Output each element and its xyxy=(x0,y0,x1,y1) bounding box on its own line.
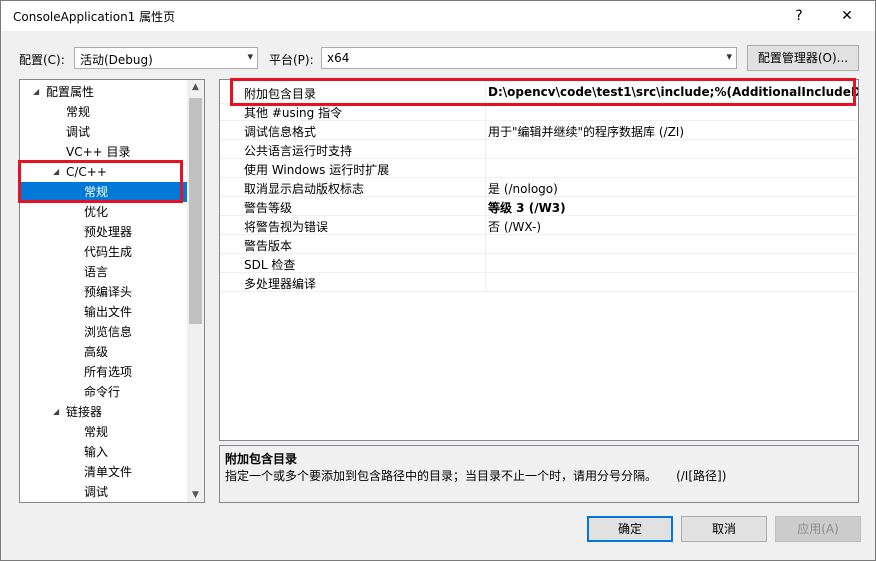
tree-item[interactable]: 代码生成 xyxy=(20,242,187,262)
tree-item[interactable]: 调试 xyxy=(20,482,187,502)
tree-item-label: 高级 xyxy=(84,345,109,359)
title-bar: ConsoleApplication1 属性页 ? ✕ xyxy=(1,1,875,31)
property-value[interactable]: 等级 3 (/W3) xyxy=(488,199,566,216)
property-name: 多处理器编译 xyxy=(244,277,317,291)
tree-item[interactable]: VC++ 目录 xyxy=(20,142,187,162)
property-name: 取消显示启动版权标志 xyxy=(244,182,365,196)
ok-button[interactable]: 确定 xyxy=(587,516,673,542)
help-button[interactable]: ? xyxy=(785,4,813,28)
column-divider xyxy=(485,121,486,140)
property-row[interactable]: 公共语言运行时支持 xyxy=(220,140,858,159)
tree-item[interactable]: 命令行 xyxy=(20,382,187,402)
property-grid: 附加包含目录 D:\opencv\code\test1\src\include;%… xyxy=(219,79,859,441)
scrollbar-thumb[interactable] xyxy=(189,98,202,324)
config-manager-button[interactable]: 配置管理器(O)... xyxy=(747,45,859,71)
property-row[interactable]: 调试信息格式 用于"编辑并继续"的程序数据库 (/ZI) xyxy=(220,121,858,140)
tree-item[interactable]: ◢ 链接器 xyxy=(20,402,187,422)
column-divider xyxy=(485,273,486,292)
tree-item-label: 输出文件 xyxy=(84,305,133,319)
property-name: 使用 Windows 运行时扩展 xyxy=(244,163,390,177)
close-button[interactable]: ✕ xyxy=(833,4,861,28)
property-value[interactable]: 是 (/nologo) xyxy=(488,180,558,197)
property-row[interactable]: 警告等级 等级 3 (/W3) xyxy=(220,197,858,216)
description-text: 指定一个或多个要添加到包含路径中的目录；当目录不止一个时，请用分号分隔。 (/I… xyxy=(225,469,727,483)
tree-item-label: 预处理器 xyxy=(84,225,133,239)
property-row[interactable]: 警告版本 xyxy=(220,235,858,254)
chevron-down-icon: ▾ xyxy=(247,50,253,63)
property-name: 调试信息格式 xyxy=(244,125,317,139)
property-name: 警告版本 xyxy=(244,239,293,253)
window-title: ConsoleApplication1 属性页 xyxy=(13,10,176,24)
property-row[interactable]: 将警告视为错误 否 (/WX-) xyxy=(220,216,858,235)
tree-item-label: 所有选项 xyxy=(84,365,133,379)
column-divider xyxy=(485,140,486,159)
property-row[interactable]: 多处理器编译 xyxy=(220,273,858,292)
highlight-box xyxy=(18,160,183,203)
tree-item[interactable]: 预编译头 xyxy=(20,282,187,302)
config-select[interactable]: 活动(Debug) ▾ xyxy=(74,47,258,69)
tree-item[interactable]: 预处理器 xyxy=(20,222,187,242)
description-title: 附加包含目录 xyxy=(225,452,298,466)
property-name: 其他 #using 指令 xyxy=(244,106,343,120)
highlight-box xyxy=(230,78,856,106)
tree-item-label: 语言 xyxy=(84,265,109,279)
property-tree[interactable]: ◢ 配置属性 常规 调试 VC++ 目录 ◢ C/C++ 常规 优化 预处理器 代码生成 语言 预编译头… xyxy=(19,79,205,503)
tree-item[interactable]: ◢ 配置属性 xyxy=(20,82,187,102)
cancel-button[interactable]: 取消 xyxy=(681,516,767,542)
property-name: SDL 检查 xyxy=(244,258,296,272)
tree-item-label: 优化 xyxy=(84,205,109,219)
scroll-down-icon[interactable]: ▼ xyxy=(187,490,204,500)
platform-value: x64 xyxy=(327,51,350,65)
tree-item[interactable]: 输出文件 xyxy=(20,302,187,322)
tree-item[interactable]: 常规 xyxy=(20,102,187,122)
column-divider xyxy=(485,159,486,178)
tree-scrollbar[interactable]: ▲ ▼ xyxy=(187,80,204,502)
property-row[interactable]: SDL 检查 xyxy=(220,254,858,273)
tree-item-label: 命令行 xyxy=(84,385,121,399)
column-divider xyxy=(485,178,486,197)
tree-item[interactable]: 所有选项 xyxy=(20,362,187,382)
tree-item[interactable]: 高级 xyxy=(20,342,187,362)
tree-item-label: VC++ 目录 xyxy=(66,145,131,159)
config-label: 配置(C): xyxy=(19,53,65,67)
tree-item-label: 配置属性 xyxy=(46,85,95,99)
tree-item[interactable]: 浏览信息 xyxy=(20,322,187,342)
chevron-down-icon: ▾ xyxy=(726,50,732,63)
tree-item-label: 预编译头 xyxy=(84,285,133,299)
tree-item-label: 调试 xyxy=(84,485,109,499)
column-divider xyxy=(485,235,486,254)
tree-item[interactable]: 清单文件 xyxy=(20,462,187,482)
apply-button[interactable]: 应用(A) xyxy=(775,516,861,542)
tree-item-label: 代码生成 xyxy=(84,245,133,259)
tree-item-label: 链接器 xyxy=(66,405,103,419)
tree-item[interactable]: 优化 xyxy=(20,202,187,222)
column-divider xyxy=(485,197,486,216)
platform-label: 平台(P): xyxy=(269,53,314,67)
tree-item-label: 输入 xyxy=(84,445,109,459)
config-value: 活动(Debug) xyxy=(80,53,153,67)
property-value[interactable]: 否 (/WX-) xyxy=(488,218,541,235)
tree-item-label: 浏览信息 xyxy=(84,325,133,339)
column-divider xyxy=(485,254,486,273)
property-name: 公共语言运行时支持 xyxy=(244,144,353,158)
tree-item[interactable]: 语言 xyxy=(20,262,187,282)
property-row[interactable]: 使用 Windows 运行时扩展 xyxy=(220,159,858,178)
tree-item-label: 清单文件 xyxy=(84,465,133,479)
description-panel: 附加包含目录 指定一个或多个要添加到包含路径中的目录；当目录不止一个时，请用分号… xyxy=(219,445,859,503)
expand-triangle-icon[interactable]: ◢ xyxy=(33,82,39,102)
tree-item-label: 常规 xyxy=(66,105,91,119)
property-row[interactable]: 取消显示启动版权标志 是 (/nologo) xyxy=(220,178,858,197)
tree-item[interactable]: 输入 xyxy=(20,442,187,462)
tree-item[interactable]: 常规 xyxy=(20,422,187,442)
property-name: 警告等级 xyxy=(244,201,293,215)
tree-item[interactable]: 调试 xyxy=(20,122,187,142)
expand-triangle-icon[interactable]: ◢ xyxy=(53,402,59,422)
tree-item-label: 调试 xyxy=(66,125,91,139)
scroll-up-icon[interactable]: ▲ xyxy=(187,82,204,92)
property-value[interactable]: 用于"编辑并继续"的程序数据库 (/ZI) xyxy=(488,123,684,140)
property-name: 将警告视为错误 xyxy=(244,220,329,234)
tree-item-label: 常规 xyxy=(84,425,109,439)
column-divider xyxy=(485,216,486,235)
platform-select[interactable]: x64 ▾ xyxy=(321,47,737,69)
